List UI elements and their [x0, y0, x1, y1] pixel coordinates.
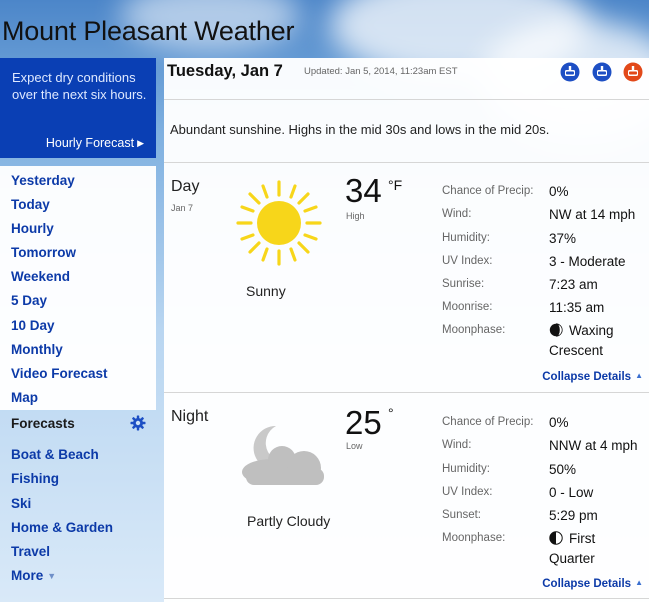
- chevron-up-icon: ▲: [635, 578, 643, 587]
- nav-item-more-label: More: [11, 568, 44, 583]
- detail-value: 37%: [549, 231, 577, 246]
- divider: [164, 598, 649, 599]
- detail-value: 0%: [549, 184, 569, 199]
- sun-icon: [236, 180, 322, 266]
- day-period-label: Day: [171, 178, 200, 195]
- share-icon[interactable]: [592, 62, 612, 82]
- moonphase-text: Quarter: [549, 551, 595, 566]
- detail-value: Waxing Crescent: [549, 321, 614, 361]
- hourly-forecast-link-label: Hourly Forecast: [45, 136, 135, 150]
- detail-label: Sunset:: [442, 509, 481, 521]
- night-temp-label: Low: [346, 441, 363, 451]
- nav-item-tomorrow[interactable]: Tomorrow: [11, 245, 76, 260]
- gear-icon[interactable]: [130, 415, 146, 431]
- nav-item-ski[interactable]: Ski: [11, 496, 31, 511]
- promo-text: Expect dry conditions over the next six …: [12, 70, 147, 102]
- chevron-down-icon: ▼: [47, 571, 57, 581]
- detail-label: Humidity:: [442, 463, 490, 475]
- nav-item-home-garden[interactable]: Home & Garden: [11, 520, 113, 535]
- night-condition: Partly Cloudy: [247, 513, 331, 529]
- nav-item-map[interactable]: Map: [11, 390, 38, 405]
- detail-label: Wind:: [442, 439, 472, 451]
- divider: [164, 392, 649, 393]
- moonphase-text: Waxing: [569, 323, 614, 338]
- temperature-unit: °: [388, 405, 394, 421]
- collapse-details-label: Collapse Details: [542, 371, 632, 383]
- divider: [164, 99, 649, 100]
- detail-label: Chance of Precip:: [442, 185, 534, 197]
- night-temperature: 25: [345, 404, 382, 441]
- detail-label: Moonphase:: [442, 532, 506, 544]
- collapse-details-link[interactable]: Collapse Details ▲: [542, 371, 643, 383]
- detail-label: UV Index:: [442, 486, 493, 498]
- detail-label: Moonphase:: [442, 324, 506, 336]
- forecast-panel: Tuesday, Jan 7 Updated: Jan 5, 2014, 11:…: [164, 58, 649, 602]
- detail-label: Moonrise:: [442, 301, 493, 313]
- nav-item-more[interactable]: More ▼: [11, 568, 56, 583]
- detail-label: Humidity:: [442, 232, 490, 244]
- detail-value: 3 - Moderate: [549, 254, 626, 269]
- nav-item-yesterday[interactable]: Yesterday: [11, 173, 75, 188]
- nav-item-travel[interactable]: Travel: [11, 544, 50, 559]
- detail-value: 0 - Low: [549, 485, 594, 500]
- detail-label: Chance of Precip:: [442, 416, 534, 428]
- site-title: Mount Pleasant Weather: [2, 16, 295, 46]
- nav-item-video-forecast[interactable]: Video Forecast: [11, 366, 108, 381]
- day-condition: Sunny: [246, 283, 286, 299]
- detail-value: 5:29 pm: [549, 508, 598, 523]
- detail-label: Wind:: [442, 208, 472, 220]
- night-period-label: Night: [171, 408, 209, 425]
- moonphase-text: First: [569, 531, 596, 546]
- share-icon[interactable]: [560, 62, 580, 82]
- moon-cloud-icon: [242, 425, 324, 485]
- nav-item-hourly[interactable]: Hourly: [11, 221, 54, 236]
- nav-item-boat-beach[interactable]: Boat & Beach: [11, 447, 99, 462]
- detail-value: 7:23 am: [549, 277, 598, 292]
- detail-value: 11:35 am: [549, 300, 605, 315]
- forecast-summary: Abundant sunshine. Highs in the mid 30s …: [170, 122, 550, 137]
- forecasts-heading: Forecasts: [11, 416, 75, 431]
- nav-item-10-day[interactable]: 10 Day: [11, 318, 55, 333]
- page-title: Tuesday, Jan 7: [167, 62, 283, 80]
- detail-label: UV Index:: [442, 255, 493, 267]
- updated-timestamp: Updated: Jan 5, 2014, 11:23am EST: [304, 66, 458, 77]
- nav-item-weekend[interactable]: Weekend: [11, 269, 70, 284]
- detail-value: First Quarter: [549, 529, 595, 569]
- chevron-up-icon: ▲: [635, 371, 643, 380]
- nav-item-monthly[interactable]: Monthly: [11, 342, 63, 357]
- day-temp-label: High: [346, 211, 365, 221]
- nav-item-today[interactable]: Today: [11, 197, 50, 212]
- nav-item-fishing[interactable]: Fishing: [11, 471, 59, 486]
- collapse-details-link[interactable]: Collapse Details ▲: [542, 578, 643, 590]
- waxing-crescent-moon-icon: [549, 323, 563, 337]
- moonphase-text: Crescent: [549, 343, 604, 358]
- right-triangle-icon: ▶: [137, 138, 144, 148]
- detail-value: 50%: [549, 462, 577, 477]
- collapse-details-label: Collapse Details: [542, 578, 632, 590]
- hourly-promo-box: Expect dry conditions over the next six …: [0, 58, 156, 158]
- nav-item-5-day[interactable]: 5 Day: [11, 293, 47, 308]
- detail-label: Sunrise:: [442, 278, 485, 290]
- day-date: Jan 7: [171, 203, 194, 213]
- detail-value: NW at 14 mph: [549, 207, 636, 222]
- detail-value: 0%: [549, 415, 569, 430]
- temperature-unit: °F: [388, 177, 403, 193]
- share-icon[interactable]: [623, 62, 643, 82]
- day-temperature: 34: [345, 172, 382, 209]
- hourly-forecast-link[interactable]: Hourly Forecast ▶: [46, 136, 144, 150]
- divider: [164, 162, 649, 163]
- first-quarter-moon-icon: [549, 531, 563, 545]
- detail-value: NNW at 4 mph: [549, 438, 638, 453]
